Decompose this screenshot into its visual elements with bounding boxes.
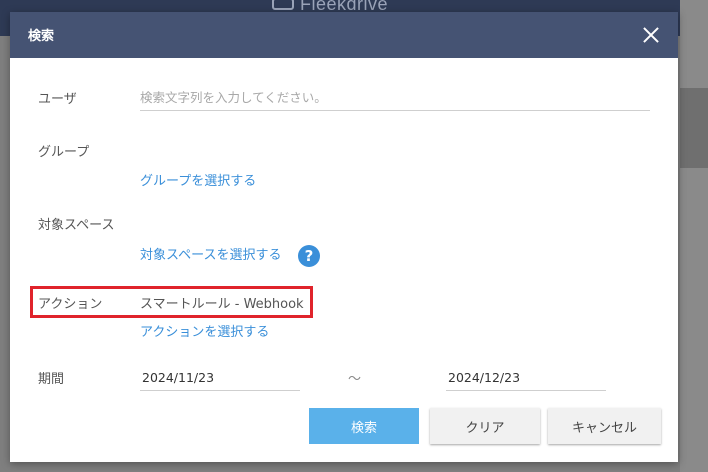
cancel-button[interactable]: キャンセル [548, 408, 661, 444]
user-label: ユーザ [38, 92, 77, 107]
target-space-label: 対象スペース [38, 218, 115, 233]
action-label: アクション [38, 297, 103, 312]
period-from-input[interactable] [140, 364, 300, 391]
select-space-link[interactable]: 対象スペースを選択する [140, 244, 281, 263]
user-search-input[interactable] [140, 84, 650, 111]
background-right-panel [680, 0, 708, 472]
clear-button[interactable]: クリア [430, 408, 540, 444]
group-label: グループ [38, 145, 90, 160]
dialog-title: 検索 [28, 29, 55, 44]
logo-mark-icon [272, 0, 294, 10]
question-circle-icon[interactable]: ? [298, 245, 320, 267]
close-icon[interactable] [638, 22, 664, 48]
select-group-link[interactable]: グループを選択する [140, 170, 256, 189]
period-label: 期間 [38, 372, 65, 387]
dialog-header: 検索 [10, 12, 678, 58]
action-value: スマートルール - Webhook [140, 297, 304, 312]
search-button[interactable]: 検索 [309, 408, 419, 444]
period-to-input[interactable] [446, 364, 606, 391]
search-dialog: 検索 ユーザ グループ グループを選択する 対象スペース 対象スペースを選択する… [10, 12, 678, 462]
background-right-bar [680, 88, 708, 168]
period-separator: ～ [348, 372, 362, 387]
select-action-link[interactable]: アクションを選択する [140, 321, 269, 340]
